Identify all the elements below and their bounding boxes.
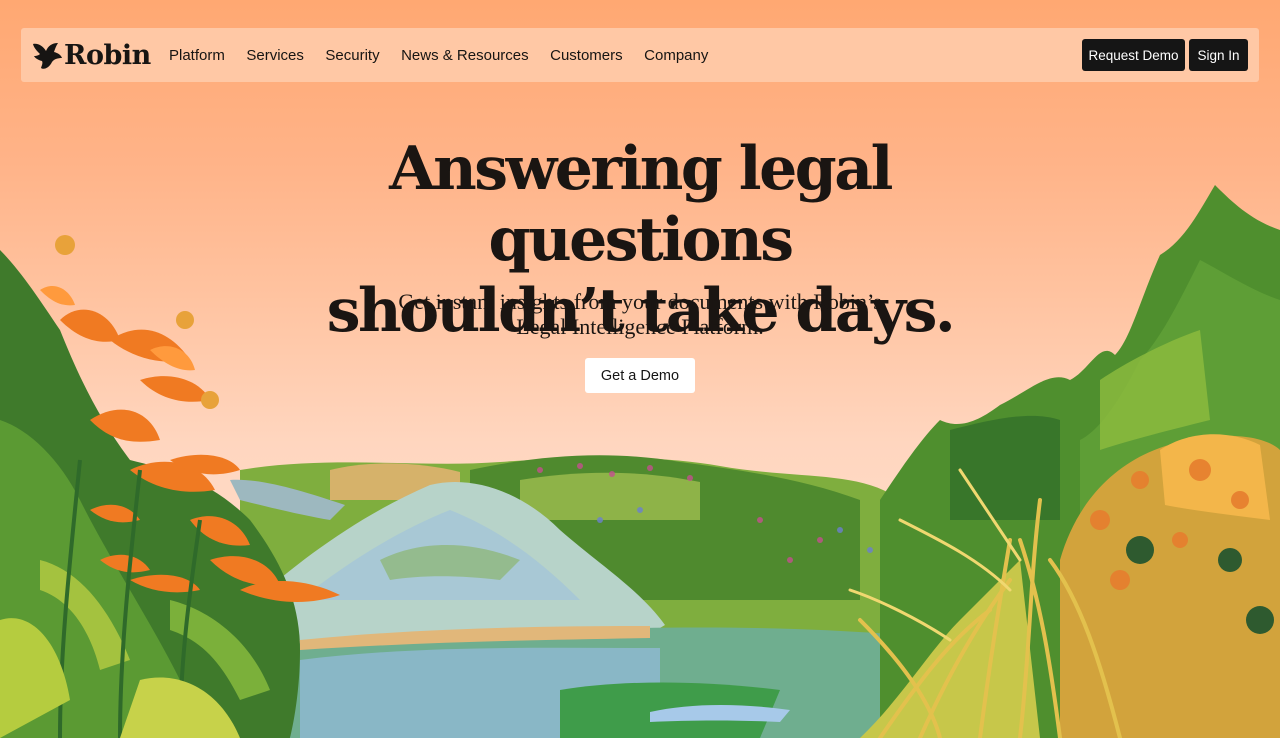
- hero-subtitle-line-1: Get instant insights from your documents…: [398, 289, 882, 314]
- request-demo-button[interactable]: Request Demo: [1082, 39, 1185, 71]
- hero-title-line-1: Answering legal questions: [389, 134, 893, 275]
- hero-subtitle-line-2: Legal Intelligence Platform.: [516, 314, 764, 339]
- nav-link-platform[interactable]: Platform: [169, 47, 225, 64]
- nav-link-security[interactable]: Security: [325, 47, 379, 64]
- nav-links: Platform Services Security News & Resour…: [169, 28, 730, 82]
- top-navigation-bar: Robin Platform Services Security News & …: [21, 28, 1259, 82]
- get-a-demo-button[interactable]: Get a Demo: [585, 358, 695, 393]
- sign-in-button[interactable]: Sign In: [1189, 39, 1248, 71]
- bird-icon: [33, 42, 62, 69]
- nav-link-customers[interactable]: Customers: [550, 47, 623, 64]
- nav-link-services[interactable]: Services: [246, 47, 304, 64]
- nav-link-news-resources[interactable]: News & Resources: [401, 47, 529, 64]
- nav-link-company[interactable]: Company: [644, 47, 708, 64]
- brand-logo[interactable]: Robin: [32, 40, 151, 71]
- hero-subtitle: Get instant insights from your documents…: [340, 289, 940, 339]
- brand-name: Robin: [64, 40, 151, 71]
